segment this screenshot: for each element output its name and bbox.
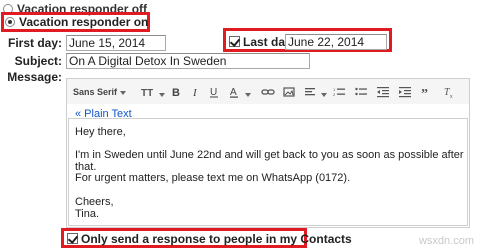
font-family-select[interactable]: Sans Serif [73,86,126,98]
message-line: For urgent matters, please text me on Wh… [75,172,351,184]
link-icon[interactable] [261,86,275,98]
align-icon[interactable] [305,86,327,98]
watermark: wsxdn.com [418,235,474,247]
message-label: Message: [7,70,62,84]
image-icon[interactable] [283,86,295,98]
indent-less-icon[interactable] [377,86,389,98]
numbered-list-icon[interactable]: 12 [333,86,345,98]
subject-input[interactable]: On A Digital Detox In Sweden [66,53,310,69]
quote-icon[interactable]: ” [421,86,433,102]
vacation-on-label[interactable]: Vacation responder on [19,15,148,29]
text-color-icon[interactable]: A [229,86,251,98]
svg-text:U: U [210,87,217,98]
remove-formatting-icon[interactable]: Tx [443,86,455,100]
text-size-icon[interactable]: TT [141,86,165,99]
indent-more-icon[interactable] [399,86,411,98]
italic-icon[interactable]: I [191,86,201,99]
bulleted-list-icon[interactable] [355,86,367,98]
subject-label: Subject: [14,54,62,68]
svg-text:I: I [192,87,198,98]
svg-text:A: A [230,87,237,98]
message-line: Cheers, [75,196,114,208]
svg-text:TT: TT [141,88,153,98]
contacts-only-checkbox[interactable] [67,233,78,244]
first-day-label: First day: [7,36,62,50]
bold-icon[interactable]: B [171,86,181,99]
formatting-toolbar: Sans Serif TT B I U A 12 ” Tx [66,78,470,104]
message-line: Hey there, [75,126,126,138]
svg-text:B: B [172,87,180,98]
last-day-input[interactable]: June 22, 2014 [285,34,387,50]
vacation-on-radio[interactable] [5,17,15,27]
last-day-checkbox[interactable] [229,36,240,47]
svg-text:”: ” [421,87,428,98]
svg-text:x: x [450,94,453,98]
first-day-input[interactable]: June 15, 2014 [66,35,166,51]
svg-text:2: 2 [333,92,336,97]
underline-icon[interactable]: U [209,86,219,98]
message-line: Tina. [75,208,100,220]
message-line: I'm in Sweden until June 22nd and will g… [75,149,464,173]
contacts-only-label[interactable]: Only send a response to people in my Con… [81,232,352,246]
